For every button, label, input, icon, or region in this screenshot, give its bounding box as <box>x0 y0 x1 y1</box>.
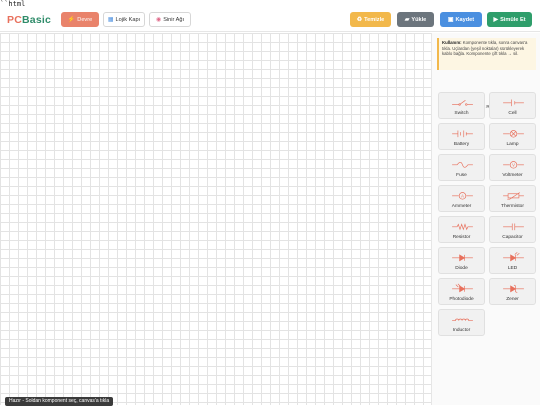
component-card-ammeter[interactable]: A Ammeter <box>438 185 485 212</box>
lamp-icon <box>503 130 524 138</box>
mode-tab-lojik-kapi[interactable]: ▦ Lojik Kapı <box>103 12 145 27</box>
circuit-canvas[interactable] <box>0 33 431 405</box>
folder-icon: ▰ <box>404 16 410 23</box>
component-card-cell[interactable]: Cell <box>489 92 536 119</box>
component-label: Voltmeter <box>502 173 523 178</box>
component-card-capacitor[interactable]: Capacitor <box>489 216 536 243</box>
capacitor-icon <box>503 223 524 231</box>
brain-icon: ◉ <box>155 16 162 23</box>
component-card-photodiode[interactable]: Photodiode <box>438 278 485 305</box>
svg-text:A: A <box>461 193 464 198</box>
component-card-switch[interactable]: Switch <box>438 92 485 119</box>
thermistor-icon <box>503 192 524 200</box>
component-card-diode[interactable]: Diode <box>438 247 485 274</box>
play-icon: ▶ <box>493 16 499 23</box>
disk-icon: ▣ <box>447 16 454 23</box>
photodiode-icon <box>452 283 473 293</box>
app-logo: PCBasic <box>7 14 52 26</box>
component-label: Resistor <box>452 235 471 240</box>
led-icon <box>503 252 524 262</box>
grid-icon: ▦ <box>107 16 114 23</box>
component-label: LED <box>507 266 518 271</box>
component-label: Photodiode <box>449 297 474 302</box>
component-card-inductor[interactable]: Inductor <box>438 309 485 336</box>
component-card-lamp[interactable]: Lamp <box>489 123 536 150</box>
component-label: Zener <box>506 297 519 302</box>
ammeter-icon: A <box>452 192 473 200</box>
component-label: Ammeter <box>451 204 472 209</box>
switch-icon <box>452 100 473 106</box>
component-label: Cell <box>508 111 517 116</box>
component-card-voltmeter[interactable]: V Voltmeter <box>489 154 536 181</box>
component-card-zener[interactable]: Zener <box>489 278 536 305</box>
mode-tab-label: Lojik Kapı <box>115 16 141 23</box>
component-card-led[interactable]: LED <box>489 247 536 274</box>
zener-icon <box>503 284 524 293</box>
mode-tab-label: Devre <box>77 16 93 23</box>
component-label: Battery <box>453 142 470 147</box>
mode-tab-devre[interactable]: ⚡ Devre <box>61 12 99 27</box>
mode-tab-label: Sinir Ağı <box>163 16 185 23</box>
component-label: Fuse <box>456 173 467 178</box>
stray-text: ``html <box>0 0 26 8</box>
component-card-fuse[interactable]: Fuse <box>438 154 485 181</box>
load-button[interactable]: ▰ Yükle <box>397 12 434 27</box>
component-card-thermistor[interactable]: Thermistor <box>489 185 536 212</box>
lightning-icon: ⚡ <box>67 16 76 23</box>
voltmeter-icon: V <box>503 161 524 169</box>
fuse-icon <box>452 162 473 168</box>
component-label: Thermistor <box>501 204 524 209</box>
mode-tab-sinir-agi[interactable]: ◉ Sinir Ağı <box>149 12 191 27</box>
component-card-battery[interactable]: Battery <box>438 123 485 150</box>
component-label: Switch <box>454 111 469 116</box>
save-button[interactable]: ▣ Kaydet <box>440 12 482 27</box>
cell-icon <box>503 99 524 107</box>
simulate-button[interactable]: ▶ Simüle Et <box>487 12 532 27</box>
usage-info-box: Kullanım: Komponente tıkla, sonra canvas… <box>437 38 536 70</box>
svg-text:V: V <box>512 162 515 167</box>
component-card-resistor[interactable]: Resistor <box>438 216 485 243</box>
recycle-icon: ♻ <box>356 16 363 23</box>
diode-icon <box>452 254 473 262</box>
resistor-icon <box>452 223 473 231</box>
component-label: Lamp <box>506 142 519 147</box>
component-sidebar: Kullanım: Komponente tıkla, sonra canvas… <box>431 33 540 405</box>
component-label: Capacitor <box>502 235 523 240</box>
component-label: Diode <box>455 266 468 271</box>
toolbar: PCBasic ⚡ Devre ▦ Lojik Kapı ◉ Sinir Ağı… <box>0 8 540 32</box>
battery-icon <box>452 130 473 138</box>
component-label: Inductor <box>452 328 471 333</box>
inductor-icon <box>452 318 473 321</box>
clear-button[interactable]: ♻ Temizle <box>350 12 391 27</box>
